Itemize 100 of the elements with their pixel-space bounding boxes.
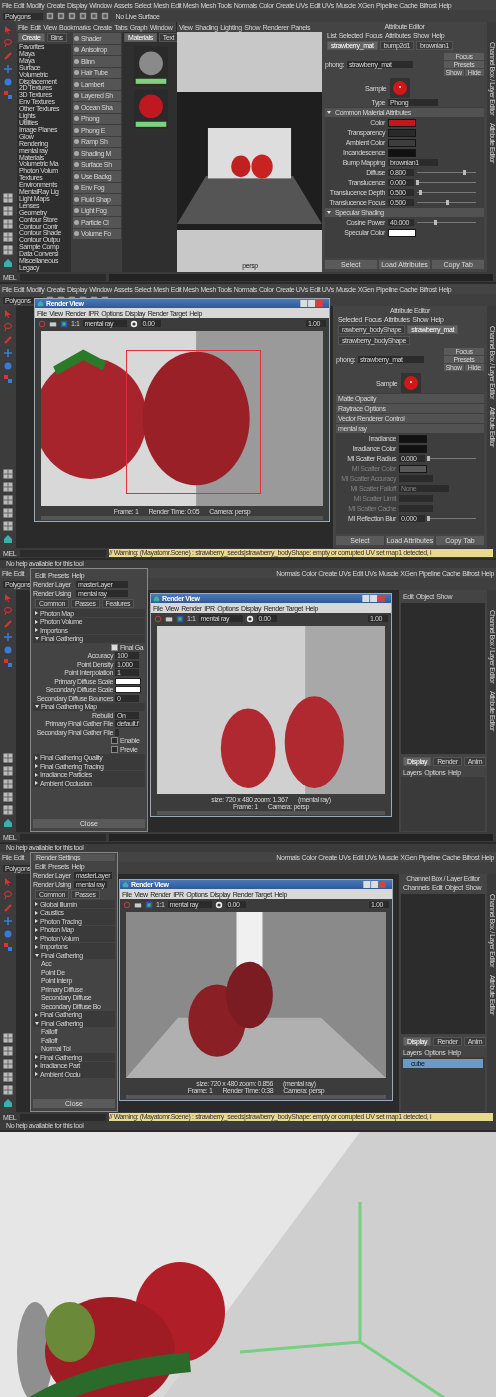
select-tool-icon[interactable] <box>3 309 13 319</box>
color-swatch[interactable] <box>115 686 141 693</box>
layout-icon[interactable] <box>3 521 13 531</box>
command-field[interactable] <box>20 833 106 841</box>
layout-icon[interactable] <box>3 1085 13 1095</box>
layout-icon[interactable] <box>3 495 13 505</box>
expand-arrow-icon[interactable] <box>35 619 38 624</box>
expand-arrow-icon[interactable] <box>35 944 38 949</box>
select-tool-icon[interactable] <box>3 25 13 35</box>
color-swatch[interactable] <box>399 444 427 453</box>
brush-tool-icon[interactable] <box>3 903 13 913</box>
select-tool-icon[interactable] <box>3 877 13 887</box>
lasso-tool-icon[interactable] <box>3 38 13 48</box>
toolbar-icon[interactable] <box>56 12 65 20</box>
move-tool-icon[interactable] <box>3 64 13 74</box>
camera-icon[interactable] <box>165 614 173 623</box>
layout-icon[interactable] <box>3 1072 13 1082</box>
expand-arrow-icon[interactable] <box>35 764 38 768</box>
layout-icon[interactable] <box>3 206 13 216</box>
house-icon[interactable] <box>3 258 13 268</box>
expand-arrow-icon[interactable] <box>35 772 38 777</box>
layout-icon[interactable] <box>3 482 13 492</box>
layout-icon[interactable] <box>3 766 13 776</box>
color-swatch[interactable] <box>388 148 416 157</box>
color-channels-icon[interactable] <box>60 319 68 328</box>
brush-tool-icon[interactable] <box>3 619 13 629</box>
brush-tool-icon[interactable] <box>3 335 13 345</box>
expand-arrow-icon[interactable] <box>35 1021 39 1025</box>
layout-icon[interactable] <box>3 805 13 815</box>
checkbox[interactable] <box>111 643 118 651</box>
color-swatch[interactable] <box>388 228 416 237</box>
expand-arrow-icon[interactable] <box>35 611 38 615</box>
expand-arrow-icon[interactable] <box>35 1012 38 1017</box>
toolbar-icon[interactable] <box>45 12 54 20</box>
move-tool-icon[interactable] <box>3 348 13 358</box>
color-channels-icon[interactable] <box>145 900 153 909</box>
expand-arrow-icon[interactable] <box>35 637 39 640</box>
toolbar-icon[interactable] <box>78 12 87 20</box>
expand-arrow-icon[interactable] <box>35 705 39 708</box>
checkbox[interactable] <box>111 737 118 744</box>
layout-icon[interactable] <box>3 245 13 255</box>
scroll-bar[interactable] <box>41 516 323 520</box>
color-swatch[interactable] <box>115 677 141 685</box>
command-field[interactable] <box>20 1113 106 1121</box>
layout-icon[interactable] <box>3 1059 13 1069</box>
lasso-tool-icon[interactable] <box>3 322 13 332</box>
color-channels-icon[interactable] <box>176 614 184 623</box>
scale-tool-icon[interactable] <box>3 658 13 668</box>
color-swatch[interactable] <box>388 118 416 127</box>
layout-icon[interactable] <box>3 779 13 789</box>
expand-arrow-icon[interactable] <box>35 755 38 760</box>
color-swatch[interactable] <box>388 138 416 147</box>
color-swatch[interactable] <box>399 434 427 443</box>
lasso-tool-icon[interactable] <box>3 606 13 616</box>
house-icon[interactable] <box>3 1098 13 1108</box>
rotate-tool-icon[interactable] <box>3 645 13 655</box>
color-swatch[interactable] <box>388 128 416 137</box>
scale-tool-icon[interactable] <box>3 374 13 384</box>
scroll-bar[interactable] <box>157 811 385 815</box>
lasso-tool-icon[interactable] <box>3 890 13 900</box>
camera-icon[interactable] <box>134 900 142 909</box>
rotate-tool-icon[interactable] <box>3 929 13 939</box>
layout-icon[interactable] <box>3 792 13 802</box>
scroll-bar[interactable] <box>126 1095 386 1099</box>
expand-arrow-icon[interactable] <box>35 902 38 906</box>
brush-tool-icon[interactable] <box>3 51 13 61</box>
expand-arrow-icon[interactable] <box>35 1072 38 1076</box>
expand-arrow-icon[interactable] <box>35 1063 38 1068</box>
expand-arrow-icon[interactable] <box>327 111 331 114</box>
expand-arrow-icon[interactable] <box>35 781 38 785</box>
house-icon[interactable] <box>3 534 13 544</box>
rotate-tool-icon[interactable] <box>3 77 13 87</box>
layout-icon[interactable] <box>3 193 13 203</box>
layout-icon[interactable] <box>3 753 13 763</box>
camera-icon[interactable] <box>49 319 57 328</box>
toolbar-icon[interactable] <box>89 12 98 20</box>
layout-icon[interactable] <box>3 232 13 242</box>
expand-arrow-icon[interactable] <box>35 927 38 932</box>
expand-arrow-icon[interactable] <box>327 211 331 214</box>
expand-arrow-icon[interactable] <box>35 919 38 923</box>
expand-arrow-icon[interactable] <box>35 1055 38 1059</box>
select-tool-icon[interactable] <box>3 593 13 603</box>
checkbox[interactable] <box>111 745 118 753</box>
house-icon[interactable] <box>3 818 13 828</box>
toolbar-icon[interactable] <box>67 12 76 20</box>
layout-icon[interactable] <box>3 219 13 229</box>
move-tool-icon[interactable] <box>3 632 13 642</box>
scale-tool-icon[interactable] <box>3 942 13 952</box>
scale-tool-icon[interactable] <box>3 90 13 100</box>
layout-icon[interactable] <box>3 1033 13 1043</box>
move-tool-icon[interactable] <box>3 916 13 926</box>
expand-arrow-icon[interactable] <box>35 953 39 957</box>
expand-arrow-icon[interactable] <box>35 936 38 940</box>
toolbar-icon[interactable] <box>100 12 109 20</box>
expand-arrow-icon[interactable] <box>35 628 38 632</box>
layout-icon[interactable] <box>3 508 13 518</box>
layout-icon[interactable] <box>3 1046 13 1056</box>
rotate-tool-icon[interactable] <box>3 361 13 371</box>
layout-icon[interactable] <box>3 469 13 479</box>
render-region-frame[interactable] <box>126 350 262 494</box>
